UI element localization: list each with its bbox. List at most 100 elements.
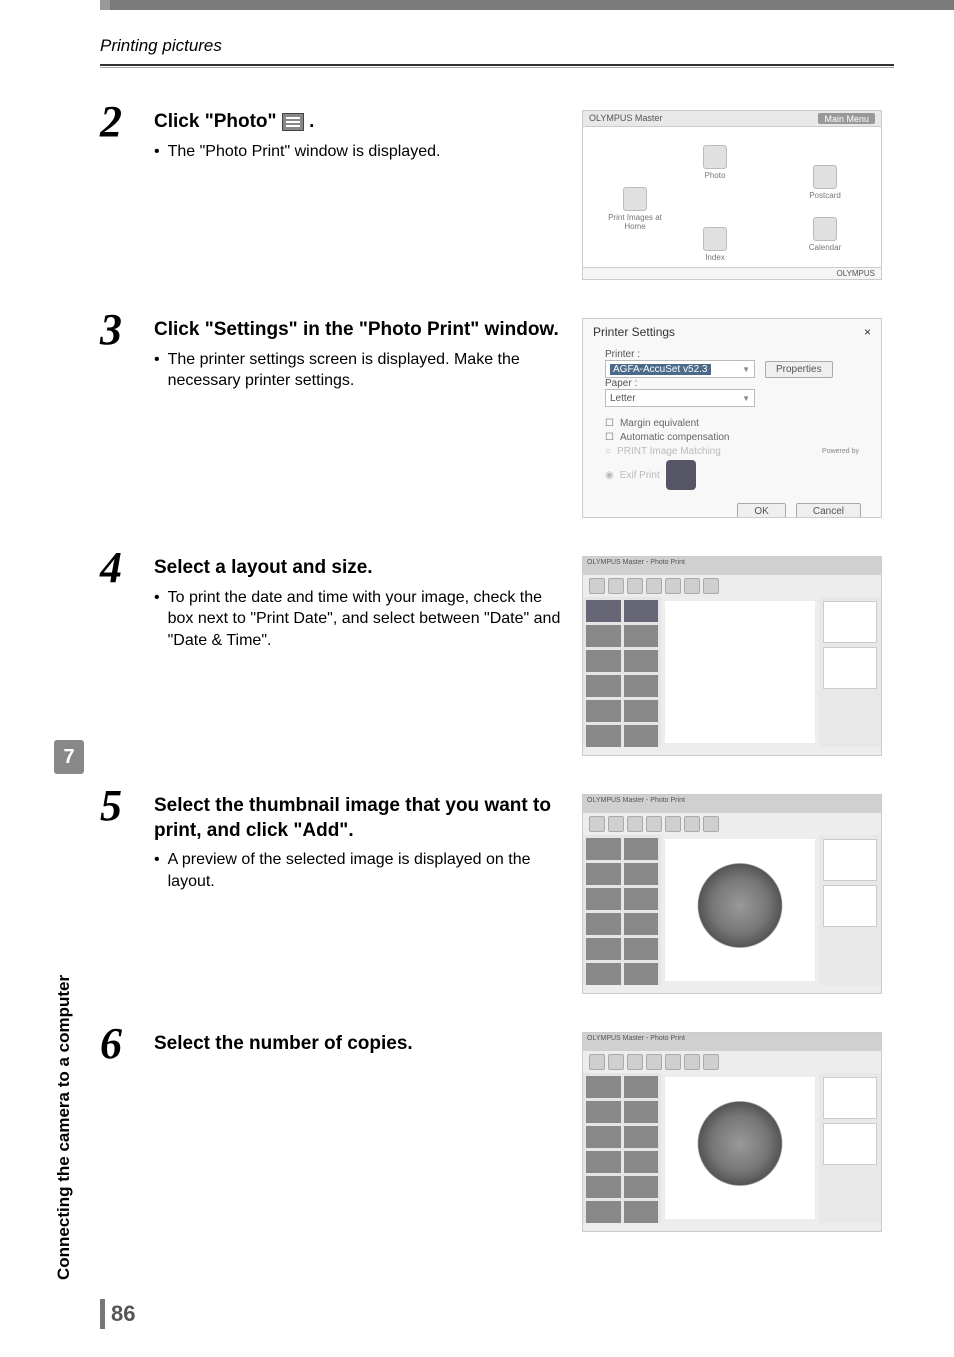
thumbnail[interactable] — [586, 1201, 621, 1223]
step-2: 2 Click "Photo" . • The "Photo Print" wi… — [100, 100, 894, 280]
bullet-dot: • — [154, 849, 160, 892]
thumbnail[interactable] — [586, 938, 621, 960]
thumbnail[interactable] — [586, 963, 621, 985]
toolbar-icon[interactable] — [608, 1054, 624, 1070]
layout-option[interactable] — [823, 885, 877, 927]
thumbnail[interactable] — [586, 675, 621, 697]
step-heading: Click "Settings" in the "Photo Print" wi… — [154, 318, 564, 343]
powered-by-label: Powered by — [822, 448, 859, 455]
paper-select[interactable]: Letter ▼ — [605, 389, 755, 407]
thumbnail[interactable] — [624, 600, 659, 622]
toolbar-icon[interactable] — [665, 578, 681, 594]
thumbnail[interactable] — [586, 1151, 621, 1173]
thumbnail[interactable] — [624, 1201, 659, 1223]
thumbnail[interactable] — [624, 700, 659, 722]
screenshot-printer-settings: Printer Settings × Printer : AGFA-AccuSe… — [582, 318, 882, 518]
thumbnail[interactable] — [624, 1076, 659, 1098]
step-number: 6 — [100, 1022, 136, 1232]
thumbnail[interactable] — [624, 838, 659, 860]
step-heading-text-post: . — [309, 111, 314, 132]
toolbar-icon[interactable] — [646, 1054, 662, 1070]
thumbnail[interactable] — [586, 1176, 621, 1198]
thumbnail[interactable] — [624, 963, 659, 985]
thumbnail[interactable] — [586, 863, 621, 885]
toolbar-icon[interactable] — [589, 816, 605, 832]
postcard-icon[interactable] — [813, 165, 837, 189]
toolbar-icon[interactable] — [665, 816, 681, 832]
toolbar-icon[interactable] — [684, 1054, 700, 1070]
thumbnail[interactable] — [624, 1176, 659, 1198]
thumbnail[interactable] — [624, 725, 659, 747]
photo-mode-label: Photo — [685, 171, 745, 180]
page-number-value: 86 — [111, 1301, 135, 1327]
thumbnail[interactable] — [624, 1101, 659, 1123]
margin-checkbox-row[interactable]: ☐Margin equivalent — [605, 418, 859, 429]
main-menu-button[interactable]: Main Menu — [818, 113, 875, 124]
thumbnail[interactable] — [586, 700, 621, 722]
close-icon[interactable]: × — [864, 325, 871, 339]
print-images-icon[interactable] — [623, 187, 647, 211]
toolbar-icon[interactable] — [703, 578, 719, 594]
thumbnail-panel — [583, 1073, 661, 1223]
photo-mode-icon[interactable] — [703, 145, 727, 169]
thumbnail[interactable] — [586, 725, 621, 747]
thumbnail[interactable] — [624, 888, 659, 910]
toolbar-icon[interactable] — [646, 578, 662, 594]
page-number-bar — [100, 1299, 105, 1329]
toolbar-icon[interactable] — [665, 1054, 681, 1070]
printer-select[interactable]: AGFA-AccuSet v52.3 ▼ — [605, 360, 755, 378]
dialog-title: Printer Settings — [593, 325, 675, 339]
layout-option[interactable] — [823, 839, 877, 881]
thumbnail[interactable] — [624, 863, 659, 885]
thumbnail[interactable] — [586, 1126, 621, 1148]
screenshot-print-menu: OLYMPUS Master Main Menu Photo Print Ima… — [582, 110, 882, 280]
thumbnail[interactable] — [586, 600, 621, 622]
running-header: Printing pictures — [100, 36, 222, 56]
layout-option[interactable] — [823, 1123, 877, 1165]
calendar-label: Calendar — [795, 243, 855, 252]
layout-option[interactable] — [823, 601, 877, 643]
calendar-icon[interactable] — [813, 217, 837, 241]
properties-button[interactable]: Properties — [765, 361, 833, 378]
toolbar-icon[interactable] — [627, 578, 643, 594]
thumbnail[interactable] — [624, 625, 659, 647]
toolbar-icon[interactable] — [589, 1054, 605, 1070]
thumbnail[interactable] — [586, 913, 621, 935]
photo-grid-icon — [282, 113, 304, 131]
thumbnail[interactable] — [586, 625, 621, 647]
ok-button[interactable]: OK — [737, 503, 785, 518]
layout-option[interactable] — [823, 1077, 877, 1119]
toolbar-icon[interactable] — [608, 816, 624, 832]
thumbnail[interactable] — [624, 675, 659, 697]
toolbar-icon[interactable] — [627, 816, 643, 832]
thumbnail[interactable] — [586, 650, 621, 672]
thumbnail[interactable] — [624, 913, 659, 935]
thumbnail[interactable] — [624, 1126, 659, 1148]
toolbar-icon[interactable] — [627, 1054, 643, 1070]
cancel-button[interactable]: Cancel — [796, 503, 861, 518]
thumbnail[interactable] — [586, 1076, 621, 1098]
thumbnail[interactable] — [586, 1101, 621, 1123]
thumbnail-panel — [583, 597, 661, 747]
step-bullet: • To print the date and time with your i… — [154, 587, 564, 652]
auto-compensation-checkbox-row[interactable]: ☐Automatic compensation — [605, 432, 859, 443]
thumbnail[interactable] — [586, 888, 621, 910]
toolbar-icon[interactable] — [703, 1054, 719, 1070]
index-icon[interactable] — [703, 227, 727, 251]
toolbar-icon[interactable] — [684, 816, 700, 832]
toolbar-icon[interactable] — [608, 578, 624, 594]
toolbar-icon[interactable] — [703, 816, 719, 832]
step-bullet: • The "Photo Print" window is displayed. — [154, 141, 564, 163]
toolbar-icon[interactable] — [589, 578, 605, 594]
toolbar-icon[interactable] — [646, 816, 662, 832]
step-5: 5 Select the thumbnail image that you wa… — [100, 784, 894, 994]
thumbnail[interactable] — [586, 838, 621, 860]
toolbar-icon[interactable] — [684, 578, 700, 594]
thumbnail[interactable] — [624, 1151, 659, 1173]
layout-option[interactable] — [823, 647, 877, 689]
paper-value: Letter — [610, 393, 636, 404]
bullet-dot: • — [154, 587, 160, 652]
chevron-down-icon: ▼ — [742, 394, 750, 403]
thumbnail[interactable] — [624, 650, 659, 672]
thumbnail[interactable] — [624, 938, 659, 960]
